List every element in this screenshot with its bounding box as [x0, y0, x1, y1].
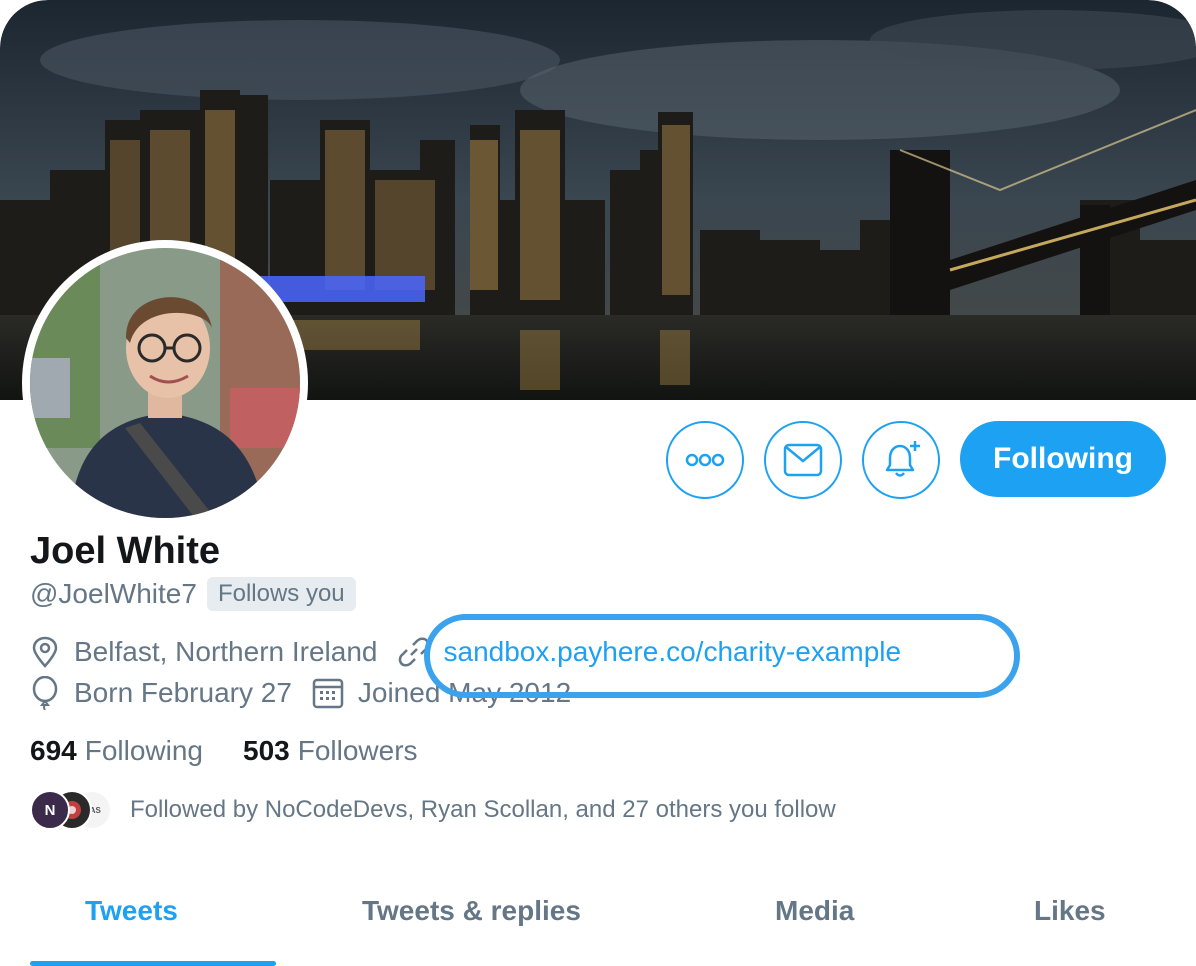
location-text: Belfast, Northern Ireland	[74, 636, 378, 667]
envelope-icon	[783, 443, 823, 477]
more-options-button[interactable]	[666, 421, 744, 499]
tab-media[interactable]: Media	[775, 895, 854, 927]
handle-row: @JoelWhite7 Follows you	[30, 577, 356, 611]
profile-tabs: Tweets Tweets & replies Media Likes	[0, 880, 1196, 966]
active-tab-indicator	[30, 961, 276, 966]
following-label: Following	[84, 735, 203, 766]
website-highlight-ring	[424, 614, 1020, 698]
balloon-icon	[32, 676, 58, 710]
user-handle: @JoelWhite7	[30, 578, 197, 609]
followed-by-text: Followed by NoCodeDevs, Ryan Scollan, an…	[130, 796, 836, 823]
profile-avatar[interactable]	[22, 240, 308, 526]
calendar-icon	[312, 678, 344, 709]
followed-by-row[interactable]: N ITAS Followed by NoCodeDevs, Ryan Scol…	[30, 790, 836, 830]
birthday-text: Born February 27	[74, 677, 292, 708]
birthday-item: Born February 27	[30, 676, 292, 710]
follows-you-badge: Follows you	[206, 577, 356, 611]
followers-label: Followers	[297, 735, 418, 766]
avatar-photo	[30, 248, 300, 518]
profile-page: Following Joel White @JoelWhite7 Follows…	[0, 0, 1196, 966]
message-button[interactable]	[764, 421, 842, 499]
following-count: 694	[30, 735, 77, 766]
tab-tweets-and-replies[interactable]: Tweets & replies	[362, 895, 581, 927]
mutual-avatars: N ITAS	[30, 790, 112, 830]
bell-plus-icon	[885, 441, 920, 477]
more-horizontal-icon	[685, 453, 725, 467]
location-item: Belfast, Northern Ireland	[30, 636, 378, 668]
tab-tweets[interactable]: Tweets	[85, 895, 178, 927]
mutual-avatar-nocodedevs: N	[30, 790, 70, 830]
tab-likes[interactable]: Likes	[1034, 895, 1106, 927]
location-pin-icon	[32, 636, 58, 668]
following-stat[interactable]: 694 Following	[30, 735, 203, 767]
followers-count: 503	[243, 735, 290, 766]
following-button[interactable]: Following	[960, 421, 1166, 497]
notifications-button[interactable]	[862, 421, 940, 499]
followers-stat[interactable]: 503 Followers	[243, 735, 418, 767]
display-name: Joel White	[30, 530, 221, 572]
follow-stats: 694 Following 503 Followers	[30, 735, 458, 767]
